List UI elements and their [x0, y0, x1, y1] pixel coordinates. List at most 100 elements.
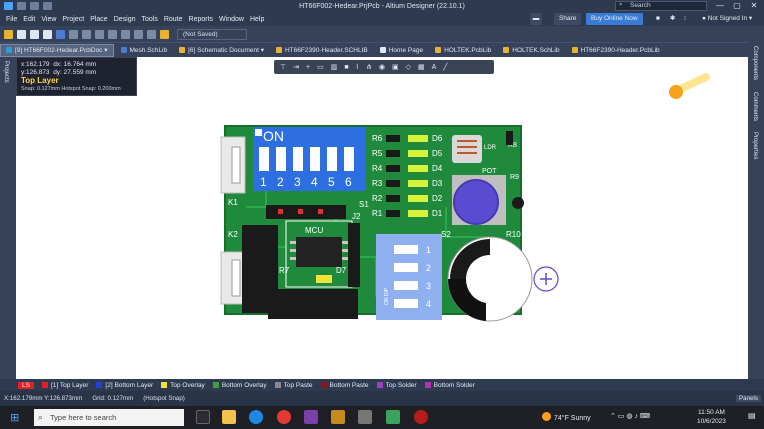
route-icon[interactable]: ⇥	[293, 63, 299, 71]
tab-holtek-schlib[interactable]: HOLTEK.SchLib	[498, 44, 564, 57]
menu-file[interactable]: File	[6, 16, 17, 23]
close-button[interactable]: ✕	[746, 1, 762, 11]
clear-icon[interactable]	[121, 29, 130, 39]
via-icon[interactable]: ◉	[379, 63, 385, 71]
move-icon[interactable]	[95, 29, 104, 39]
select-icon[interactable]	[82, 29, 91, 39]
undo-icon[interactable]	[134, 29, 143, 39]
layer-tab-top-layer[interactable]: [1] Top Layer	[41, 382, 88, 389]
print-icon[interactable]	[43, 29, 52, 39]
j2-header[interactable]	[348, 223, 360, 287]
menu-design[interactable]: Design	[114, 16, 136, 23]
dip4-num-2: 2	[426, 263, 431, 273]
layer-set-ls[interactable]: LS	[18, 381, 34, 389]
properties-panel-tab[interactable]: Properties	[752, 132, 758, 159]
open-folder-icon[interactable]	[4, 29, 13, 39]
pad-icon[interactable]: ▣	[392, 63, 399, 71]
windows-start-icon[interactable]: ⊞	[10, 411, 19, 424]
cursor-comet-icon	[669, 73, 710, 99]
user-menu[interactable]: ● Not Signed In ▾	[702, 13, 752, 25]
keepout-icon[interactable]: ▦	[418, 63, 425, 71]
components-panel-tab[interactable]: Components	[752, 46, 758, 80]
altium-designer-icon[interactable]	[331, 410, 345, 424]
bell-icon[interactable]: ■	[656, 13, 660, 25]
filter-icon[interactable]: ⊤	[280, 63, 286, 71]
menu-tools[interactable]: Tools	[142, 16, 158, 23]
variant-dropdown[interactable]: (Not Saved)	[177, 28, 247, 40]
menu-window[interactable]: Window	[219, 16, 244, 23]
menu-reports[interactable]: Reports	[189, 16, 214, 23]
app-icon-red[interactable]	[414, 410, 428, 424]
tab-ht66f2390-schlib[interactable]: HT66F2390-Header.SCHLIB	[271, 44, 373, 57]
layer-tab-bottom-overlay[interactable]: Bottom Overlay	[212, 382, 267, 389]
layer-tab-top-paste[interactable]: Top Paste	[274, 382, 313, 389]
menu-project[interactable]: Project	[62, 16, 84, 23]
share-button[interactable]: Share	[554, 13, 582, 25]
rotate-icon[interactable]	[108, 29, 117, 39]
notifications-icon[interactable]: ▤	[748, 411, 760, 423]
tab-schematic[interactable]: [6] Schematic Document ▾	[174, 44, 269, 57]
menu-view[interactable]: View	[41, 16, 56, 23]
schematic-icon	[179, 47, 186, 53]
gear-icon[interactable]: ✱	[670, 13, 675, 25]
text-icon[interactable]: A	[432, 64, 437, 71]
polygon-icon[interactable]: ◇	[406, 63, 411, 71]
pcb-canvas[interactable]: ON 1 2 3 4 5 6 K1 K2 S1 J2 MCU R7 D7 R6 …	[16, 57, 748, 379]
settings-app-icon[interactable]	[358, 410, 372, 424]
search-input[interactable]: Search	[615, 1, 707, 11]
layer-tab-bottom-paste[interactable]: Bottom Paste	[320, 382, 369, 389]
chrome-browser-icon[interactable]	[277, 410, 291, 424]
line-icon[interactable]: ╱	[443, 63, 447, 71]
wand-icon[interactable]	[160, 29, 169, 39]
menu-help[interactable]: Help	[250, 16, 264, 23]
tab-home-page[interactable]: Home Page	[375, 44, 428, 57]
redo-icon[interactable]	[147, 29, 156, 39]
save-icon[interactable]	[17, 29, 26, 39]
menu-edit[interactable]: Edit	[23, 16, 35, 23]
rect-select-icon[interactable]: ▭	[317, 63, 324, 71]
left-panel-strip: Projects	[0, 57, 16, 379]
buy-online-button[interactable]: Buy Online Now	[586, 13, 643, 25]
tab-mesh-schlib[interactable]: Mesh.SchLib	[116, 44, 173, 57]
chat-icon[interactable]: ▬	[530, 13, 542, 25]
projects-panel-tab[interactable]: Projects	[3, 61, 9, 83]
bottom-header[interactable]	[268, 289, 358, 319]
settings-icon[interactable]: ⁝	[684, 13, 686, 25]
comments-panel-tab[interactable]: Comments	[752, 92, 758, 121]
minimize-button[interactable]: —	[712, 1, 728, 11]
zoom-icon[interactable]	[56, 29, 65, 39]
video-app-icon[interactable]	[304, 410, 318, 424]
system-tray-icons[interactable]: ⌃ ▭ ◍ ♪ ⌨	[610, 412, 650, 420]
ldr-sensor[interactable]	[452, 135, 482, 163]
top-solder-swatch	[376, 382, 383, 388]
weather-widget[interactable]: 74°F Sunny	[542, 412, 591, 422]
interactive-route-icon[interactable]: ⌇	[356, 63, 359, 71]
panels-button[interactable]: Panels	[736, 395, 761, 402]
clock-date: 10/6/2023	[697, 418, 726, 425]
file-explorer-icon[interactable]	[222, 410, 236, 424]
diff-pair-icon[interactable]: ⋔	[366, 63, 372, 71]
tab-holtek-pcblib[interactable]: HOLTEK.PcbLib	[430, 44, 496, 57]
zoom-fit-icon[interactable]	[69, 29, 78, 39]
save-all-icon[interactable]	[30, 29, 39, 39]
add-icon[interactable]: +	[306, 64, 310, 71]
menu-route[interactable]: Route	[164, 16, 183, 23]
ldr-label: LDR	[484, 145, 497, 151]
layer-tab-top-solder[interactable]: Top Solder	[376, 382, 417, 389]
app-icon-green[interactable]	[386, 410, 400, 424]
align-icon[interactable]: ▥	[331, 63, 338, 71]
tab-pcbdoc[interactable]: [9] HT66F002-Hedear.PcbDoc ▾	[0, 43, 114, 57]
system-clock[interactable]: 11:50 AM 10/6/2023	[697, 408, 726, 426]
tab-ht66f2390-pcblib[interactable]: HT66F2390-Header.PcbLib	[567, 44, 665, 57]
task-view-icon[interactable]	[196, 410, 210, 424]
edge-browser-icon[interactable]	[249, 410, 263, 424]
maximize-button[interactable]: ▢	[729, 1, 745, 11]
potentiometer-knob[interactable]	[453, 179, 499, 225]
layer-tab-bottom-layer[interactable]: [2] Bottom Layer	[96, 382, 153, 389]
layer-tab-bottom-solder[interactable]: Bottom Solder	[424, 382, 475, 389]
menu-place[interactable]: Place	[90, 16, 108, 23]
taskbar-search-input[interactable]: Type here to search	[34, 409, 184, 426]
layer-tab-top-overlay[interactable]: Top Overlay	[161, 382, 205, 389]
fill-icon[interactable]: ■	[344, 64, 348, 71]
mcu-chip[interactable]	[296, 237, 342, 267]
